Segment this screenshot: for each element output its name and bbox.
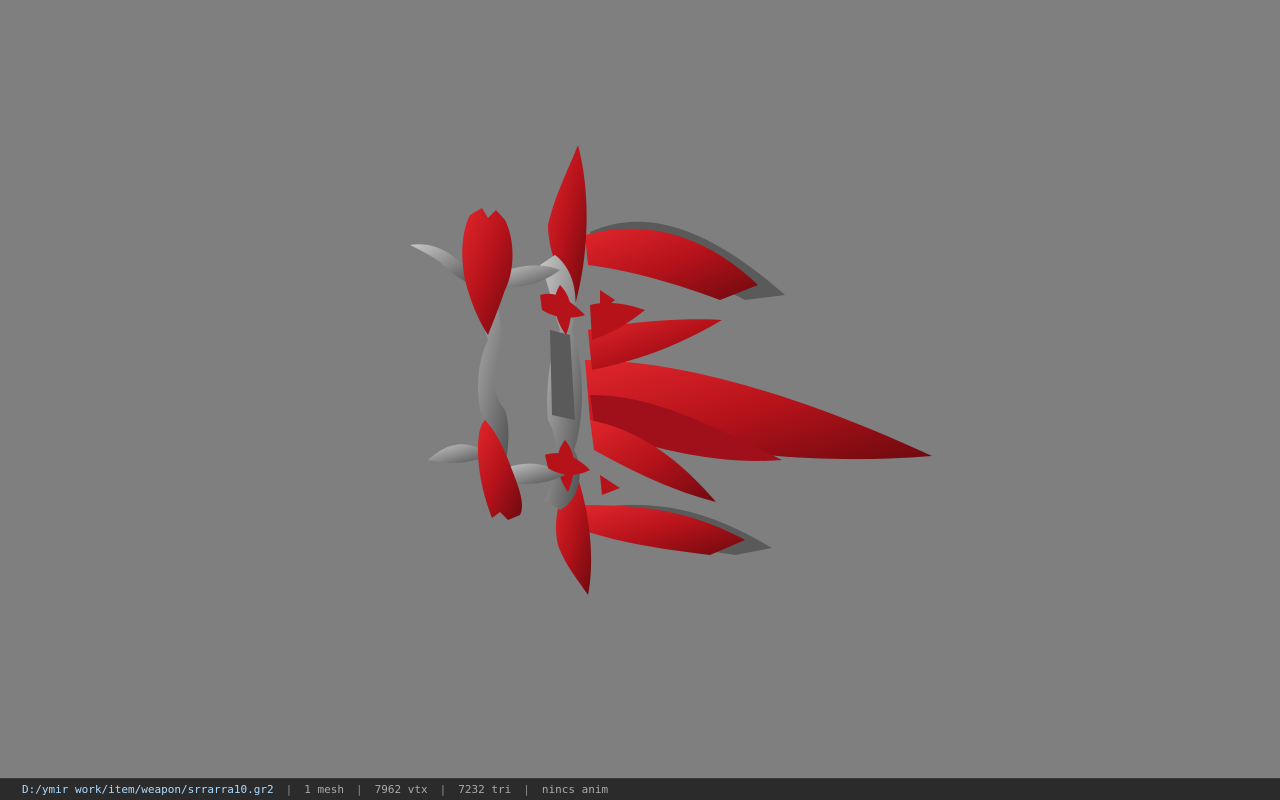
anim-status: nincs anim — [541, 783, 609, 796]
right-feather-fan — [585, 302, 932, 502]
lower-back-wing — [585, 504, 772, 555]
vertex-count: 7962 vtx — [374, 783, 428, 796]
status-bar: D:/ymir work/item/weapon/srrarra10.gr2 | 1… — [0, 778, 1280, 800]
separator: | — [523, 783, 530, 796]
file-path: D:/ymir work/item/weapon/srrarra10.gr2 — [22, 783, 274, 796]
separator: | — [285, 783, 293, 796]
separator: | — [356, 783, 363, 796]
upper-red-plate — [462, 208, 513, 335]
3d-viewport[interactable] — [0, 0, 1280, 778]
weapon-model — [410, 145, 932, 595]
triangle-count: 7232 tri — [458, 783, 512, 796]
separator: | — [439, 783, 447, 796]
upper-back-wing — [585, 221, 785, 300]
mesh-count: 1 mesh — [304, 783, 345, 796]
